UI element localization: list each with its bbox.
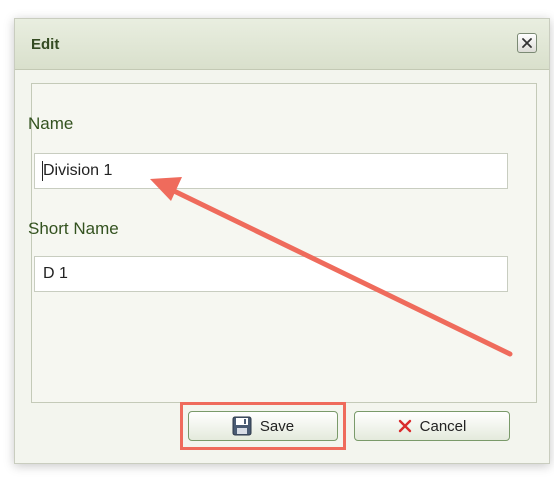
close-icon (522, 38, 532, 48)
save-disk-icon (232, 416, 252, 436)
save-button-label: Save (259, 417, 295, 435)
short-name-label: Short Name (28, 219, 119, 238)
name-label: Name (28, 114, 74, 133)
edit-dialog: Edit (14, 18, 550, 464)
short-name-input[interactable] (34, 256, 508, 292)
cancel-button-label: Cancel (419, 417, 467, 435)
dialog-titlebar: Edit (15, 19, 549, 70)
save-button[interactable]: Save (188, 411, 338, 441)
form-panel (31, 83, 537, 403)
text-cursor (42, 161, 43, 181)
name-input[interactable] (34, 153, 508, 189)
dialog-title: Edit (31, 36, 60, 53)
x-icon (398, 419, 411, 433)
close-button[interactable] (517, 33, 537, 53)
cancel-button[interactable]: Cancel (354, 411, 510, 441)
